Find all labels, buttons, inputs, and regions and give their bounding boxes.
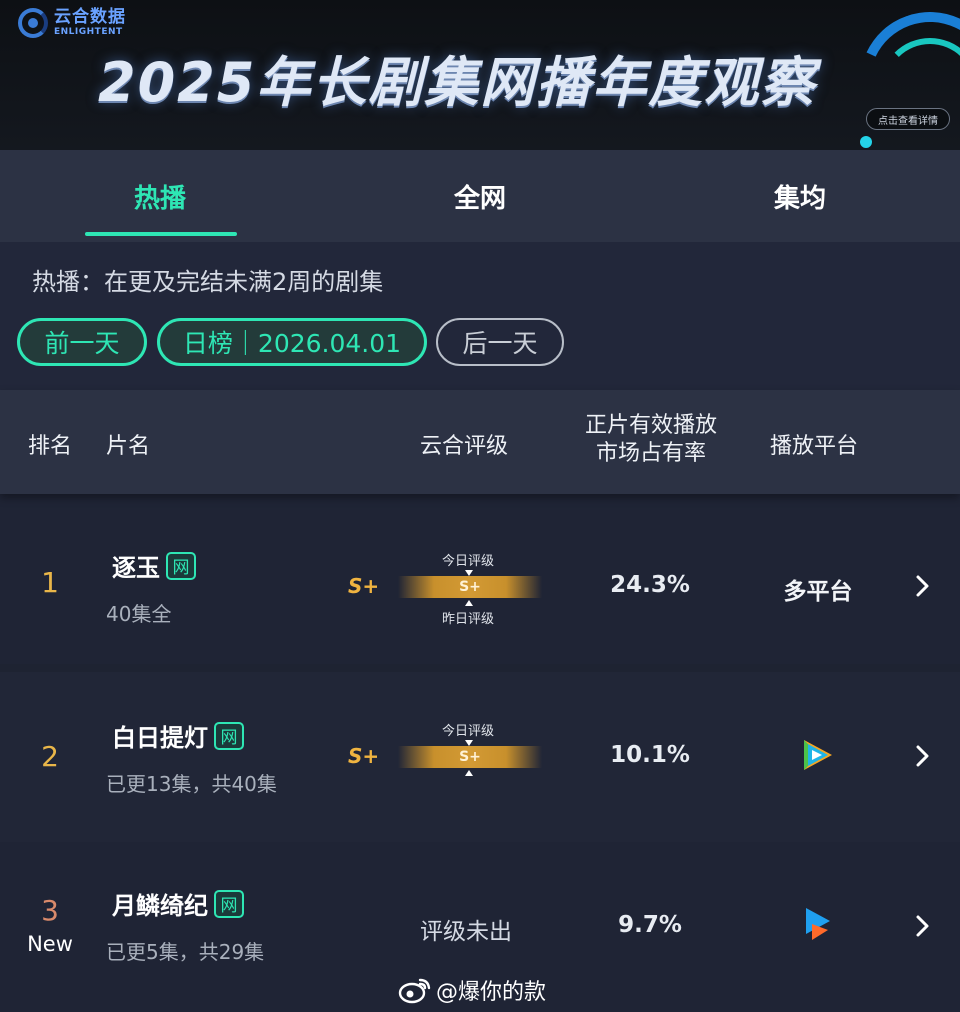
hot-description: 热播：在更及完结未满2周的剧集 — [32, 268, 384, 296]
logo-en-text: ENLIGHTENT — [54, 27, 123, 37]
header-platform: 播放平台 — [770, 434, 859, 459]
chevron-right-icon[interactable] — [910, 744, 934, 768]
header-rank: 排名 — [28, 434, 73, 459]
yesterday-pointer-icon — [465, 770, 473, 776]
yesterday-pointer-icon — [465, 600, 473, 606]
market-share: 9.7% — [618, 912, 682, 938]
grade-value: S+ — [348, 744, 380, 768]
chevron-right-icon[interactable] — [910, 914, 934, 938]
today-grade-bar: S+ — [398, 576, 542, 598]
info-section: 热播：在更及完结未满2周的剧集 前一天 日榜｜2026.04.01 后一天 — [0, 242, 960, 390]
next-day-button[interactable]: 后一天 — [436, 318, 564, 366]
rank-number: 3 — [41, 894, 59, 927]
header-name: 片名 — [106, 434, 151, 459]
grade-pending: 评级未出 — [420, 919, 512, 945]
table-row[interactable]: 1 逐玉 网 40集全 S+ 今日评级 S+ 昨日评级 24.3% 多平台 — [0, 494, 960, 664]
header-share-line1: 正片有效播放 — [584, 413, 717, 438]
rank-number: 1 — [41, 566, 59, 599]
banner-title: 2025年长剧集网播年度观察 — [98, 51, 817, 114]
network-badge: 网 — [214, 889, 244, 918]
rank-number: 2 — [41, 740, 59, 773]
tencent-video-icon — [804, 740, 832, 770]
market-share: 24.3% — [610, 572, 690, 598]
view-details-button[interactable]: 点击查看详情 — [866, 108, 950, 130]
credit-text: @爆你的款 — [436, 980, 547, 1005]
logo-cn-text: 云合数据 — [54, 7, 126, 27]
weibo-icon — [398, 978, 431, 1004]
today-grade-bar: S+ — [398, 746, 542, 768]
drama-title: 逐玉 — [112, 554, 160, 582]
new-entry-badge: New — [27, 932, 73, 956]
prev-day-button[interactable]: 前一天 — [17, 318, 147, 366]
yesterday-grade-label: 昨日评级 — [441, 612, 494, 627]
episode-status: 40集全 — [106, 602, 172, 626]
today-grade-label: 今日评级 — [441, 724, 494, 739]
tab-hot[interactable]: 热播 — [0, 150, 320, 242]
episode-status: 已更13集，共40集 — [106, 772, 277, 796]
header-share-line2: 市场占有率 — [595, 441, 706, 466]
header-rating: 云合评级 — [420, 434, 509, 459]
drama-title: 白日提灯 — [112, 724, 208, 752]
youku-icon — [806, 908, 830, 940]
table-row[interactable]: 2 白日提灯 网 已更13集，共40集 S+ 今日评级 S+ 10.1% — [0, 672, 960, 842]
network-badge: 网 — [214, 721, 244, 750]
grade-value: S+ — [348, 574, 380, 598]
table-header: 排名 片名 云合评级 正片有效播放 市场占有率 播放平台 — [0, 390, 960, 494]
date-selector[interactable]: 日榜｜2026.04.01 — [157, 318, 427, 366]
drama-title: 月鳞绮纪 — [112, 892, 208, 920]
network-badge: 网 — [166, 551, 196, 580]
episode-status: 已更5集，共29集 — [106, 940, 265, 964]
market-share: 10.1% — [610, 742, 690, 768]
platform-label: 多平台 — [783, 579, 853, 605]
today-grade-label: 今日评级 — [441, 554, 494, 569]
tab-bar: 热播 全网 集均 — [0, 150, 960, 242]
tab-episode-average[interactable]: 集均 — [640, 150, 960, 242]
logo-ring-icon — [18, 8, 48, 38]
enlightent-logo: 云合数据 ENLIGHTENT — [18, 8, 126, 38]
decorative-dot — [860, 136, 872, 148]
tab-all-network[interactable]: 全网 — [320, 150, 640, 242]
chevron-right-icon[interactable] — [910, 574, 934, 598]
header-share: 正片有效播放 市场占有率 — [580, 412, 722, 468]
header-banner: 云合数据 ENLIGHTENT 2025年长剧集网播年度观察 点击查看详情 — [0, 0, 960, 150]
weibo-credit: @爆你的款 — [398, 974, 546, 1006]
